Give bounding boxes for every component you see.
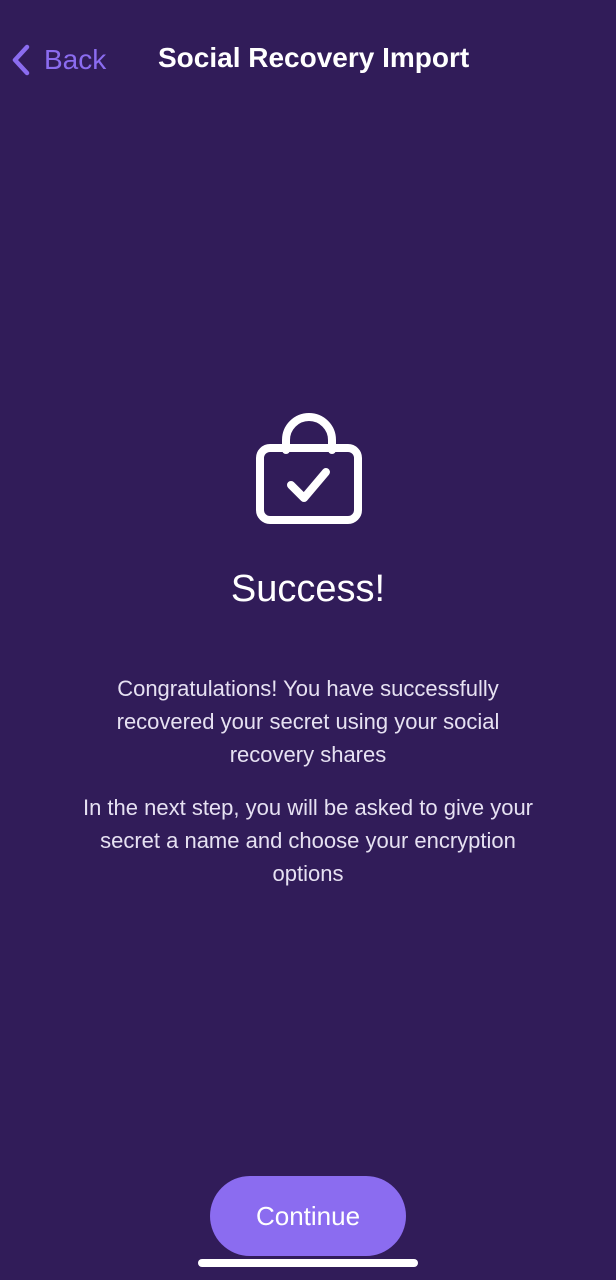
continue-button[interactable]: Continue [210,1176,406,1256]
back-label: Back [44,44,107,75]
next-step-message: In the next step, you will be asked to g… [82,795,534,886]
lock-check-icon [256,413,362,524]
success-message: Congratulations! You have successfully r… [116,676,500,767]
navigation-bar: Back Social Recovery Import [0,0,616,120]
back-button[interactable]: Back [8,38,106,82]
success-title: Success! [230,568,386,610]
chevron-left-icon [12,44,30,76]
home-indicator [198,1259,418,1267]
page-title: Social Recovery Import [158,42,470,73]
